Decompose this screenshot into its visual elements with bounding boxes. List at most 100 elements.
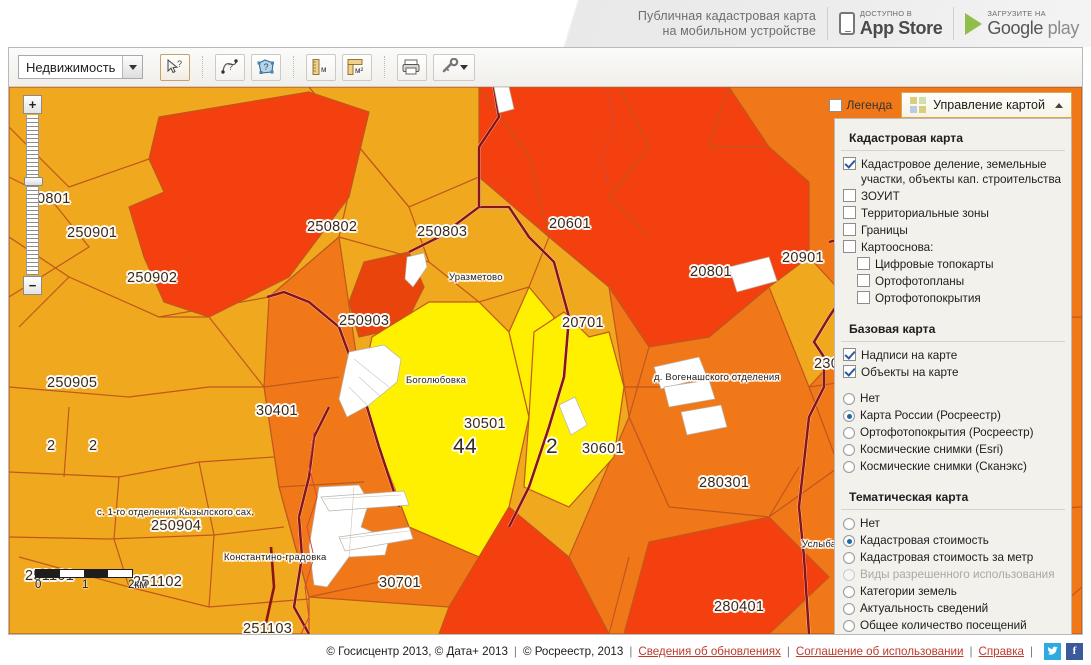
cadastral-layer-item[interactable]: Ортофотопланы <box>835 273 1071 290</box>
cadastral-parcel-label: 250803 <box>417 224 468 240</box>
measure-area-tool-button[interactable]: м² <box>342 53 373 81</box>
app-store-small-label: Доступно в <box>859 9 913 19</box>
zoom-out-button[interactable]: − <box>23 276 42 295</box>
page-footer: © Госисцентр 2013, © Дата+ 2013 | © Роср… <box>0 637 1091 665</box>
google-play-badge[interactable]: ЗАГРУЗИТЕ НА Google play <box>954 7 1083 40</box>
measure-length-tool-button[interactable]: м <box>306 53 337 81</box>
base-map-radio-item[interactable]: Ортофотопокрытия (Росреестр) <box>835 424 1071 441</box>
radio-button[interactable] <box>843 586 855 598</box>
cadastral-parcel-label: 30401 <box>256 403 298 419</box>
thematic-map-radio-item[interactable]: Кадастровая стоимость за метр <box>835 549 1071 566</box>
cadastral-layer-item[interactable]: Кадастровое деление, земельные участки, … <box>835 156 1071 188</box>
object-type-select-value: Недвижимость <box>26 59 116 75</box>
thematic-map-radio-item[interactable]: Актуальность сведений <box>835 600 1071 617</box>
panel-section-base-title: Базовая карта <box>841 318 1065 342</box>
cadastral-layer-item[interactable]: Картооснова: <box>835 239 1071 256</box>
checkbox-box[interactable] <box>843 348 856 361</box>
scale-bar-track <box>35 569 133 578</box>
radio-button[interactable] <box>843 427 855 439</box>
base-map-radio-label: Космические снимки (Сканэкс) <box>860 460 1027 473</box>
footer-separator: | <box>969 644 973 658</box>
cadastral-layer-item[interactable]: Территориальные зоны <box>835 205 1071 222</box>
base-map-checkbox-item[interactable]: Надписи на карте <box>835 347 1071 364</box>
thematic-map-radio-item[interactable]: Общее количество посещений <box>835 617 1071 634</box>
checkbox-box[interactable] <box>857 291 870 304</box>
zoom-control[interactable]: + − <box>23 95 45 295</box>
cadastral-layer-item[interactable]: Цифровые топокарты <box>835 256 1071 273</box>
scale-bar-tick-label: 2км <box>128 579 148 591</box>
base-map-radio-item[interactable]: Космические снимки (Esri) <box>835 441 1071 458</box>
object-type-select[interactable]: Недвижимость <box>18 55 144 79</box>
cadastral-layer-label: Территориальные зоны <box>861 207 989 220</box>
legend-checkbox[interactable]: Легенда <box>828 98 893 112</box>
cadastral-parcel-label: 2 <box>546 435 558 458</box>
pointer-query-tool-button[interactable]: ? <box>160 53 191 81</box>
radio-button[interactable] <box>843 620 855 632</box>
print-tool-button[interactable] <box>397 53 428 81</box>
cadastral-parcel-label: 280301 <box>699 475 750 491</box>
polygon-query-tool-button[interactable]: ? <box>251 53 282 81</box>
footer-separator: | <box>1029 644 1033 658</box>
checkbox-box[interactable] <box>843 365 856 378</box>
settlement-label: с. 1-го отделения Кызылского сах. <box>97 507 255 518</box>
radio-button[interactable] <box>843 444 855 456</box>
base-map-radio-item[interactable]: Нет <box>835 390 1071 407</box>
link-agreement[interactable]: Соглашение об использовании <box>796 645 964 658</box>
thematic-map-radio-item[interactable]: Нет <box>835 515 1071 532</box>
map-control-toggle-button[interactable]: Управление картой <box>901 92 1072 118</box>
checkbox-box[interactable] <box>843 240 856 253</box>
checkbox-box[interactable] <box>857 274 870 287</box>
thematic-map-radio-label: Нет <box>860 517 880 530</box>
link-updates[interactable]: Сведения об обновлениях <box>638 645 781 658</box>
checkbox-box[interactable] <box>843 157 856 170</box>
radio-button[interactable] <box>843 518 855 530</box>
settlement-label: Уразметово <box>449 272 503 283</box>
legend-label: Легенда <box>846 98 893 112</box>
cadastral-parcel-label: 44 <box>453 435 477 458</box>
thematic-map-radio-label: Категории земель <box>860 585 957 598</box>
cadastral-layer-item[interactable]: Ортофотопокрытия <box>835 290 1071 307</box>
thematic-map-radio-item[interactable]: Кадастровая стоимость <box>835 532 1071 549</box>
copyright-rosreestr: © Росреестр, 2013 <box>522 644 624 658</box>
legend-checkbox-box[interactable] <box>828 98 842 112</box>
twitter-icon[interactable] <box>1044 642 1061 660</box>
cadastral-layer-label: Ортофотопокрытия <box>875 292 981 305</box>
radio-button[interactable] <box>843 552 855 564</box>
map-control-bar: Легенда Управление картой <box>828 92 1072 118</box>
chevron-up-icon <box>1055 102 1063 108</box>
zoom-in-button[interactable]: + <box>23 95 42 114</box>
settlement-label: Константино-градовка <box>224 552 327 563</box>
base-map-radio-item[interactable]: Космические снимки (Сканэкс) <box>835 458 1071 475</box>
app-store-badge[interactable]: Доступно в App Store <box>828 7 955 40</box>
checkbox-box[interactable] <box>843 223 856 236</box>
radio-button[interactable] <box>843 461 855 473</box>
radio-button[interactable] <box>843 410 855 422</box>
radio-button[interactable] <box>843 535 855 547</box>
base-map-checkbox-item[interactable]: Объекты на карте <box>835 364 1071 381</box>
thematic-map-radio-label: Актуальность сведений <box>860 602 989 615</box>
promo-line-1: Публичная кадастровая карта <box>637 8 816 23</box>
cadastral-parcel-label: 20801 <box>690 264 732 280</box>
radio-button[interactable] <box>843 393 855 405</box>
checkbox-box[interactable] <box>843 189 856 202</box>
zoom-slider-track[interactable] <box>24 115 43 275</box>
public-cadastral-map-app: Публичная кадастровая карта на мобильном… <box>0 0 1091 665</box>
zoom-slider-thumb[interactable] <box>24 177 43 186</box>
link-help[interactable]: Справка <box>979 645 1024 658</box>
settlement-label: д. Вогенашского отделения <box>654 372 780 383</box>
mobile-promo-text: Публичная кадастровая карта на мобильном… <box>638 7 828 40</box>
chevron-down-icon <box>460 64 469 70</box>
polyline-query-tool-button[interactable]: ? <box>215 53 246 81</box>
thematic-map-radio-item[interactable]: Категории земель <box>835 583 1071 600</box>
page-header: Публичная кадастровая карта на мобильном… <box>0 0 1091 47</box>
cadastral-layer-item[interactable]: ЗОУИТ <box>835 188 1071 205</box>
cadastral-layer-item[interactable]: Границы <box>835 222 1071 239</box>
cadastral-layer-label: Ортофотопланы <box>875 275 965 288</box>
facebook-icon[interactable]: f <box>1066 642 1083 660</box>
map-layers-icon <box>910 97 927 113</box>
base-map-radio-item[interactable]: Карта России (Росреестр) <box>835 407 1071 424</box>
link-tool-button[interactable] <box>433 53 476 81</box>
radio-button[interactable] <box>843 603 855 615</box>
checkbox-box[interactable] <box>843 206 856 219</box>
checkbox-box[interactable] <box>857 257 870 270</box>
